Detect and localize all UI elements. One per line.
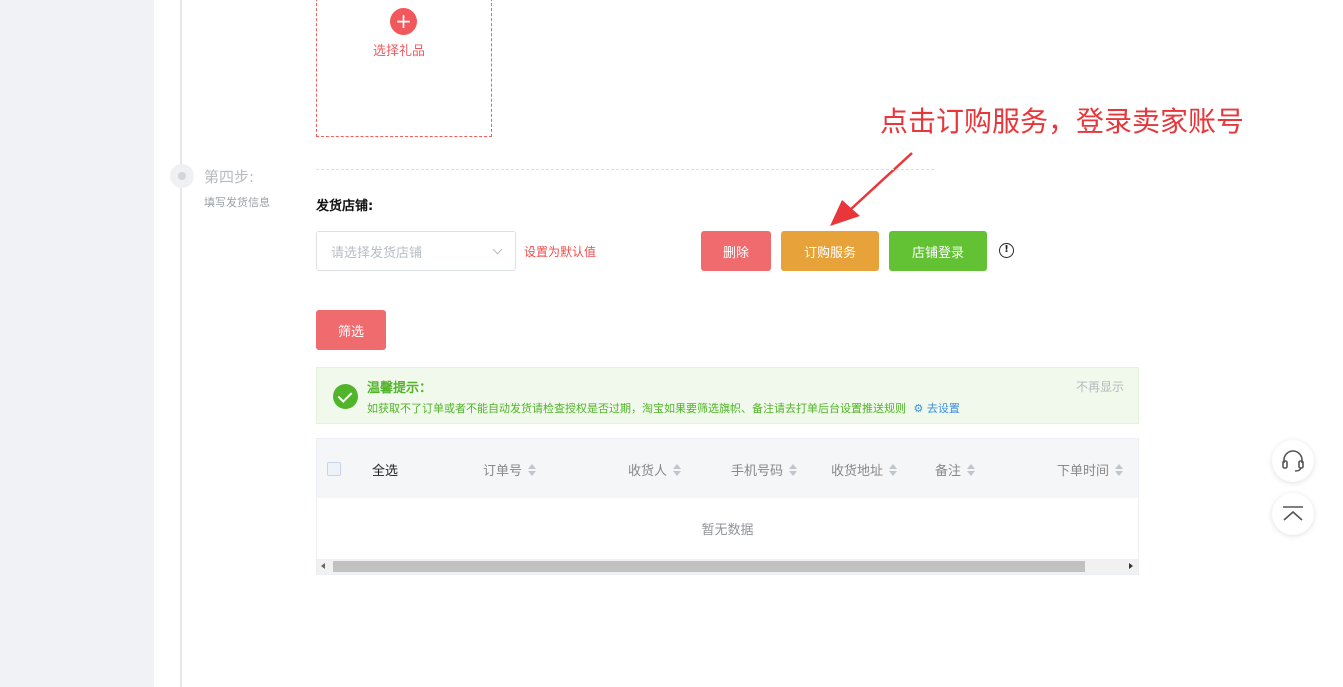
table-header: 全选 订单号 收货人 手机号码 收货地址 备注 下单时间: [317, 439, 1138, 498]
column-order-no[interactable]: 订单号: [483, 460, 537, 479]
scrollbar-thumb[interactable]: [333, 561, 1085, 572]
column-order-time[interactable]: 下单时间: [1057, 460, 1124, 479]
tip-dismiss-button[interactable]: 不再显示: [1076, 378, 1124, 395]
column-receiver[interactable]: 收货人: [628, 460, 682, 479]
column-label: 下单时间: [1057, 464, 1110, 479]
plus-icon[interactable]: +: [390, 8, 417, 35]
column-address[interactable]: 收货地址: [831, 460, 898, 479]
arrow-annotation: [830, 152, 913, 226]
orders-table: 全选 订单号 收货人 手机号码 收货地址 备注 下单时间 暂无数据: [316, 438, 1139, 575]
column-label: 全选: [372, 464, 399, 479]
set-default-link[interactable]: 设置为默认值: [524, 243, 596, 260]
column-remark[interactable]: 备注: [935, 460, 976, 479]
column-select-all[interactable]: 全选: [372, 460, 398, 479]
timeline-line: [180, 0, 182, 687]
empty-state: 暂无数据: [701, 523, 754, 538]
tip-settings-link[interactable]: ⚙ 去设置: [914, 402, 960, 415]
annotation-text: 点击订购服务，登录卖家账号: [880, 105, 1245, 138]
sort-icon[interactable]: [967, 463, 976, 476]
customer-service-button[interactable]: [1272, 440, 1314, 482]
sort-icon[interactable]: [673, 463, 682, 476]
sort-icon[interactable]: [1115, 463, 1124, 476]
sort-icon[interactable]: [789, 463, 798, 476]
shop-label: 发货店铺:: [316, 199, 374, 214]
headset-icon: [1282, 450, 1304, 472]
delete-button[interactable]: 删除: [701, 231, 771, 271]
left-sidebar: [0, 0, 154, 687]
back-to-top-button[interactable]: [1272, 493, 1314, 535]
back-to-top-icon: [1283, 506, 1303, 521]
tip-text: 如获取不了订单或者不能自动发货请检查授权是否过期，淘宝如果要筛选旗帜、备注请去打…: [367, 400, 960, 416]
tip-title: 温馨提示：: [367, 381, 433, 396]
tip-alert: 温馨提示： 如获取不了订单或者不能自动发货请检查授权是否过期，淘宝如果要筛选旗帜…: [316, 367, 1139, 424]
info-icon[interactable]: !: [999, 243, 1014, 258]
step-dot: [170, 164, 194, 188]
chevron-down-icon: [492, 244, 503, 254]
step-subtitle: 填写发货信息: [204, 196, 270, 209]
column-label: 手机号码: [731, 464, 784, 479]
gear-icon: ⚙: [913, 402, 924, 415]
scroll-right-icon[interactable]: [1129, 563, 1133, 569]
shop-select-placeholder: 请选择发货店铺: [331, 245, 423, 261]
shop-login-button[interactable]: 店铺登录: [889, 231, 987, 271]
sort-icon[interactable]: [528, 463, 537, 476]
select-all-checkbox[interactable]: [327, 462, 341, 476]
horizontal-scrollbar[interactable]: [317, 559, 1138, 574]
filter-button[interactable]: 筛选: [316, 310, 386, 350]
column-label: 备注: [935, 464, 962, 479]
step-title: 第四步:: [204, 168, 255, 186]
tip-text-body: 如获取不了订单或者不能自动发货请检查授权是否过期，淘宝如果要筛选旗帜、备注请去打…: [367, 402, 906, 415]
select-gift-label[interactable]: 选择礼品: [373, 40, 425, 59]
column-label: 收货人: [628, 464, 668, 479]
section-divider: [316, 169, 934, 170]
check-circle-icon: [333, 384, 358, 409]
order-service-button[interactable]: 订购服务: [781, 231, 879, 271]
scroll-left-icon[interactable]: [321, 563, 325, 569]
column-phone[interactable]: 手机号码: [731, 460, 798, 479]
shop-select[interactable]: 请选择发货店铺: [316, 231, 516, 271]
column-label: 订单号: [483, 464, 523, 479]
column-label: 收货地址: [831, 464, 884, 479]
tip-link-label: 去设置: [926, 402, 960, 415]
sort-icon[interactable]: [889, 463, 898, 476]
